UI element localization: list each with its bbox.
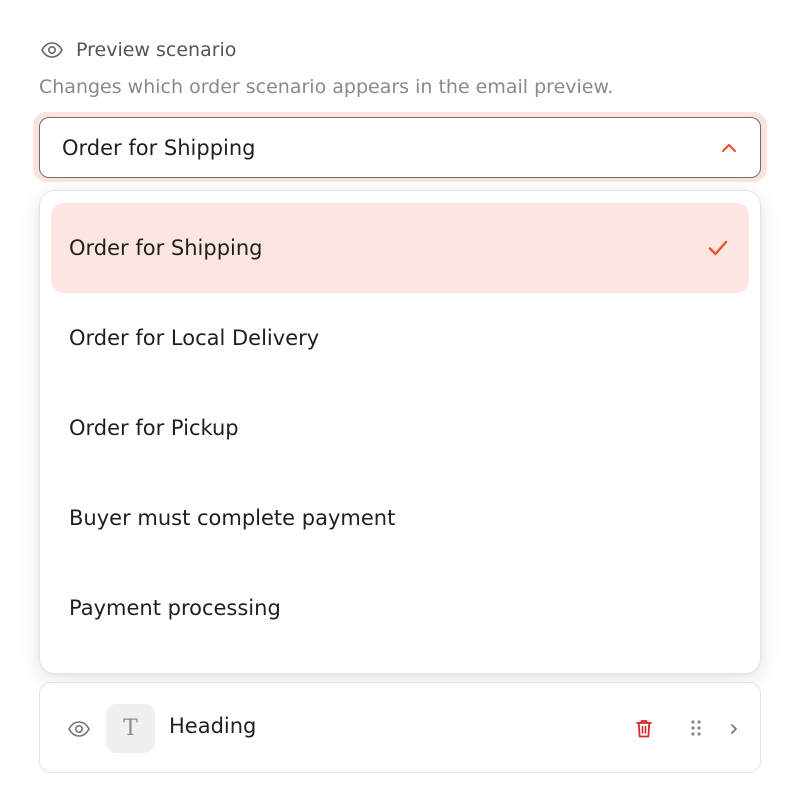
preview-scenario-panel: Preview scenario Changes which order sce… (0, 0, 800, 800)
menu-option-buyer-must-complete-payment[interactable]: Buyer must complete payment (51, 473, 749, 563)
section-title: Preview scenario (76, 39, 237, 61)
type-glyph: T (123, 716, 138, 741)
menu-option-label: Order for Shipping (69, 236, 263, 260)
text-type-icon: T (106, 704, 155, 753)
menu-option-label: Order for Pickup (69, 416, 239, 440)
scenario-select[interactable]: Order for Shipping (39, 117, 761, 178)
menu-option-label: Buyer must complete payment (69, 506, 396, 530)
check-icon (707, 237, 729, 259)
chevron-right-icon[interactable] (726, 720, 742, 738)
menu-option-label: Order for Local Delivery (69, 326, 320, 350)
heading-block-row[interactable]: T Heading (39, 682, 761, 773)
menu-option-label: Payment processing (69, 596, 281, 620)
menu-option-order-for-local-delivery[interactable]: Order for Local Delivery (51, 293, 749, 383)
chevron-up-icon (720, 139, 738, 157)
scenario-dropdown-menu: Order for Shipping Order for Local Deliv… (39, 190, 761, 674)
block-title: Heading (169, 714, 257, 738)
section-help-text: Changes which order scenario appears in … (39, 76, 614, 98)
menu-option-payment-processing[interactable]: Payment processing (51, 563, 749, 653)
select-value: Order for Shipping (62, 135, 256, 160)
eye-icon[interactable] (67, 717, 91, 741)
drag-handle-icon[interactable] (686, 717, 706, 739)
trash-icon[interactable] (633, 717, 655, 739)
eye-icon (40, 38, 64, 62)
menu-option-order-for-shipping[interactable]: Order for Shipping (51, 203, 749, 293)
section-header: Preview scenario (40, 38, 236, 62)
menu-option-order-for-pickup[interactable]: Order for Pickup (51, 383, 749, 473)
